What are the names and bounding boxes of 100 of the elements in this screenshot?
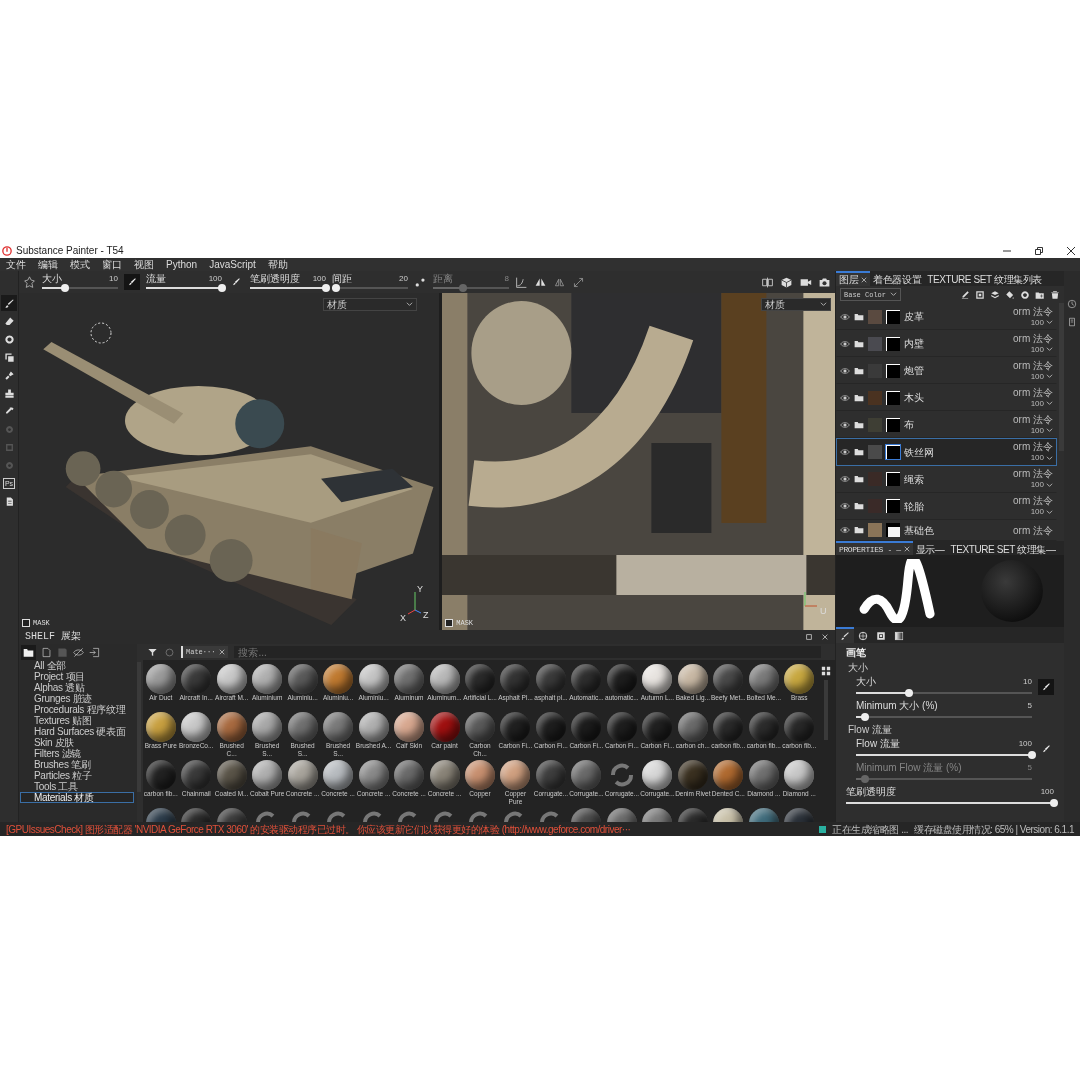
material-thumbnail[interactable]	[535, 760, 566, 790]
material-thumbnail[interactable]	[677, 664, 708, 694]
material-thumbnail[interactable]	[465, 664, 495, 694]
material-thumbnail[interactable]	[181, 712, 212, 742]
layer-opacity[interactable]: 100	[1030, 317, 1044, 328]
eye-icon[interactable]	[840, 447, 850, 457]
category-item[interactable]: All 全部	[20, 660, 134, 671]
eye-icon[interactable]	[840, 338, 850, 349]
hide-icon[interactable]	[73, 646, 84, 658]
material-thumbnail[interactable]	[713, 664, 744, 694]
menu-item[interactable]: JavaScript	[209, 258, 256, 271]
material-thumbnail[interactable]	[145, 664, 176, 694]
blend-mode[interactable]: orm 法令	[1013, 468, 1053, 480]
sphere-icon[interactable]	[858, 631, 868, 641]
layer-opacity[interactable]: 100	[1030, 344, 1044, 355]
material-thumbnail[interactable]	[535, 664, 566, 694]
layer-opacity[interactable]: 100	[1030, 398, 1044, 409]
category-item[interactable]: Materials 材质	[20, 792, 134, 803]
material-thumbnail[interactable]	[358, 712, 389, 742]
import-icon[interactable]	[89, 646, 100, 658]
blend-mode[interactable]: orm 法令	[1013, 386, 1053, 398]
layer-row[interactable]: 绳索 orm 法令 100	[836, 465, 1057, 493]
stack-icon[interactable]	[990, 289, 1000, 300]
folder-icon[interactable]	[854, 392, 864, 403]
pen-icon[interactable]	[960, 289, 970, 300]
layer-opacity[interactable]: 100	[1030, 425, 1044, 436]
folder-icon[interactable]	[854, 474, 864, 485]
layer-row[interactable]: 轮胎 orm 法令 100	[836, 492, 1057, 520]
category-item[interactable]: Grunges 脏迹	[20, 693, 134, 704]
material-thumbnail[interactable]	[252, 760, 283, 790]
material-thumbnail[interactable]	[642, 760, 673, 790]
eye-icon[interactable]	[840, 392, 850, 403]
material-thumbnail[interactable]	[784, 712, 815, 742]
camera-icon[interactable]	[818, 275, 831, 289]
material-thumbnail[interactable]	[784, 664, 815, 694]
material-thumbnail[interactable]	[323, 664, 354, 694]
channel-dropdown[interactable]: 材质	[323, 298, 418, 311]
material-thumbnail[interactable]	[181, 760, 212, 790]
material-thumbnail[interactable]	[571, 712, 602, 742]
material-thumbnail[interactable]	[571, 760, 602, 790]
search-field[interactable]: 搜索...	[234, 646, 821, 658]
material-thumbnail[interactable]	[642, 712, 673, 742]
eye-icon[interactable]	[840, 501, 850, 512]
material-thumbnail[interactable]	[677, 712, 708, 742]
category-item[interactable]: Filters 滤镜	[20, 748, 134, 759]
eye-icon[interactable]	[840, 365, 850, 376]
history-icon[interactable]	[1067, 299, 1077, 309]
panel-tab[interactable]: 图层	[836, 271, 871, 286]
menu-item[interactable]: 文件	[6, 258, 26, 271]
category-item[interactable]: Procedurals 程序纹理	[20, 704, 134, 715]
blend-mode[interactable]: orm 法令	[1013, 441, 1053, 452]
close-icon[interactable]	[1066, 245, 1076, 256]
category-item[interactable]: Textures 贴图	[20, 715, 134, 726]
category-item[interactable]: Skin 皮肤	[20, 737, 134, 748]
blend-mode[interactable]: orm 法令	[1013, 305, 1053, 317]
layer-opacity[interactable]: 100	[1030, 453, 1044, 463]
material-thumbnail[interactable]	[677, 760, 708, 790]
slider[interactable]	[332, 283, 408, 292]
category-item[interactable]: Tools 工具	[20, 781, 134, 792]
material-thumbnail[interactable]	[323, 760, 354, 790]
material-thumbnail[interactable]	[252, 712, 283, 742]
effects-icon[interactable]	[1020, 289, 1030, 300]
grid-view-icon[interactable]	[821, 666, 831, 676]
property-tab[interactable]	[836, 627, 854, 643]
material-thumbnail[interactable]	[429, 664, 460, 694]
chevron-icon[interactable]	[1046, 454, 1053, 462]
gradient-icon[interactable]	[894, 631, 904, 641]
layer-row[interactable]: 木头 orm 法令 100	[836, 384, 1057, 412]
slider[interactable]	[433, 283, 509, 292]
new-file-icon[interactable]	[41, 646, 52, 658]
eye-icon[interactable]	[840, 525, 850, 536]
trash-icon[interactable]	[1050, 289, 1060, 300]
material-thumbnail[interactable]	[606, 712, 637, 742]
material-thumbnail[interactable]	[216, 760, 247, 790]
menu-item[interactable]: 编辑	[38, 258, 58, 271]
folder-icon[interactable]	[854, 338, 864, 349]
material-thumbnail[interactable]	[784, 760, 815, 790]
menu-item[interactable]: 帮助	[267, 258, 288, 271]
material-thumbnail[interactable]	[287, 712, 318, 742]
menu-item[interactable]: 窗口	[102, 258, 122, 271]
chevron-icon[interactable]	[820, 301, 827, 308]
material-thumbnail[interactable]	[358, 760, 389, 790]
panel-tab[interactable]: PROPERTIES - —	[836, 541, 913, 555]
material-thumbnail[interactable]	[535, 712, 566, 742]
material-thumbnail[interactable]	[748, 712, 779, 742]
material-thumbnail[interactable]	[500, 664, 531, 694]
slider[interactable]	[856, 713, 1032, 721]
material-thumbnail[interactable]	[500, 712, 531, 742]
mask-icon[interactable]	[975, 289, 985, 300]
layer-opacity[interactable]: 100	[1030, 507, 1044, 518]
menu-item[interactable]: Python	[166, 258, 198, 271]
material-thumbnail[interactable]	[465, 712, 495, 742]
folder-icon[interactable]	[854, 501, 864, 512]
slider[interactable]	[42, 283, 118, 292]
blend-mode[interactable]: orm 法令	[1013, 332, 1053, 344]
material-thumbnail[interactable]	[394, 712, 425, 742]
chevron-icon[interactable]	[1046, 481, 1053, 489]
folder-icon[interactable]	[854, 365, 864, 376]
curve-icon[interactable]	[515, 275, 528, 289]
layer-row[interactable]: 内壁 orm 法令 100	[836, 330, 1057, 358]
